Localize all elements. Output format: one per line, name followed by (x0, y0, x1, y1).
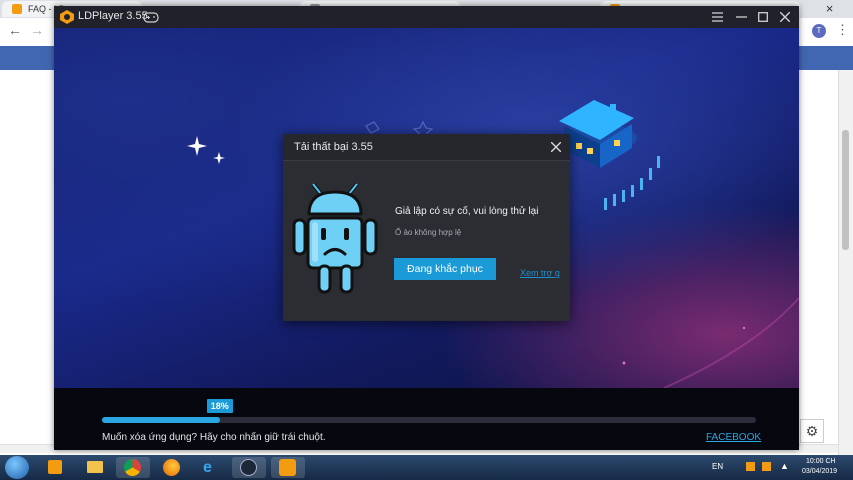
minimize-icon[interactable] (736, 12, 747, 22)
tray-icon[interactable] (762, 462, 771, 471)
loading-footer: 18% Muốn xóa ứng dụng? Hãy cho nhấn giữ … (54, 388, 799, 450)
chrome-icon[interactable] (116, 457, 150, 478)
ldplayer-favicon-icon (12, 4, 22, 14)
help-link[interactable]: Xem trợ g (520, 268, 570, 282)
language-indicator[interactable]: EN (712, 462, 723, 471)
progress-fill (102, 417, 220, 423)
file-explorer-icon[interactable] (78, 457, 112, 478)
ldplayer-window: LDPlayer 3.55 Tải thất bại 3.55 Giả lập … (54, 6, 799, 450)
tray-icon[interactable] (746, 462, 755, 471)
dialog-header: Tải thất bại 3.55 (283, 134, 570, 161)
maximize-icon[interactable] (758, 12, 768, 22)
facebook-link[interactable]: FACEBOOK (706, 432, 761, 443)
profile-avatar[interactable]: T (812, 24, 826, 38)
gear-icon[interactable]: ⚙ (800, 419, 824, 443)
error-dialog: Tải thất bại 3.55 Giả lập có sự cố, vui … (283, 134, 570, 321)
progress-percent-badge: 18% (206, 399, 233, 413)
error-detail: Ổ ảo không hợp lệ (395, 228, 462, 237)
page-scrollbar[interactable] (838, 70, 853, 455)
tip-text: Muốn xóa ứng dụng? Hãy cho nhấn giữ trái… (102, 432, 326, 443)
start-icon[interactable] (5, 456, 29, 479)
house-island-icon (559, 100, 660, 210)
menu-icon[interactable] (712, 12, 723, 22)
dialog-title: Tải thất bại 3.55 (294, 141, 373, 153)
ldplayer-taskbar-icon[interactable] (271, 457, 305, 478)
forward-icon[interactable]: → (30, 22, 44, 38)
sparkle-icon (187, 136, 225, 164)
error-message: Giả lập có sự cố, vui lòng thử lại (395, 206, 539, 217)
ldplayer-titlebar: LDPlayer 3.55 (54, 6, 799, 28)
dialog-close-icon[interactable] (551, 142, 561, 152)
scrollbar-thumb[interactable] (842, 130, 849, 250)
firefox-icon[interactable] (155, 457, 189, 478)
repair-button[interactable]: Đang khắc phục (394, 258, 496, 280)
windows-taskbar: e EN ▲ 10:00 CH 03/04/2019 (0, 455, 853, 480)
clock-date[interactable]: 03/04/2019 (802, 468, 837, 475)
sad-robot-icon (292, 182, 378, 294)
window-title: LDPlayer 3.55 (78, 10, 148, 22)
back-icon[interactable]: ← (8, 22, 22, 38)
progress-bar (102, 417, 756, 423)
browser-close-button[interactable]: × (806, 0, 853, 18)
steam-icon[interactable] (232, 457, 266, 478)
internet-explorer-icon[interactable]: e (194, 457, 228, 478)
clock-time[interactable]: 10:00 CH (806, 458, 836, 465)
media-player-icon[interactable] (38, 457, 72, 478)
browser-menu-icon[interactable]: ⋮ (836, 22, 849, 38)
close-icon[interactable] (780, 12, 790, 22)
network-icon[interactable]: ▲ (780, 461, 789, 471)
ldplayer-logo-icon (60, 10, 74, 24)
gamepad-icon[interactable] (143, 12, 159, 23)
